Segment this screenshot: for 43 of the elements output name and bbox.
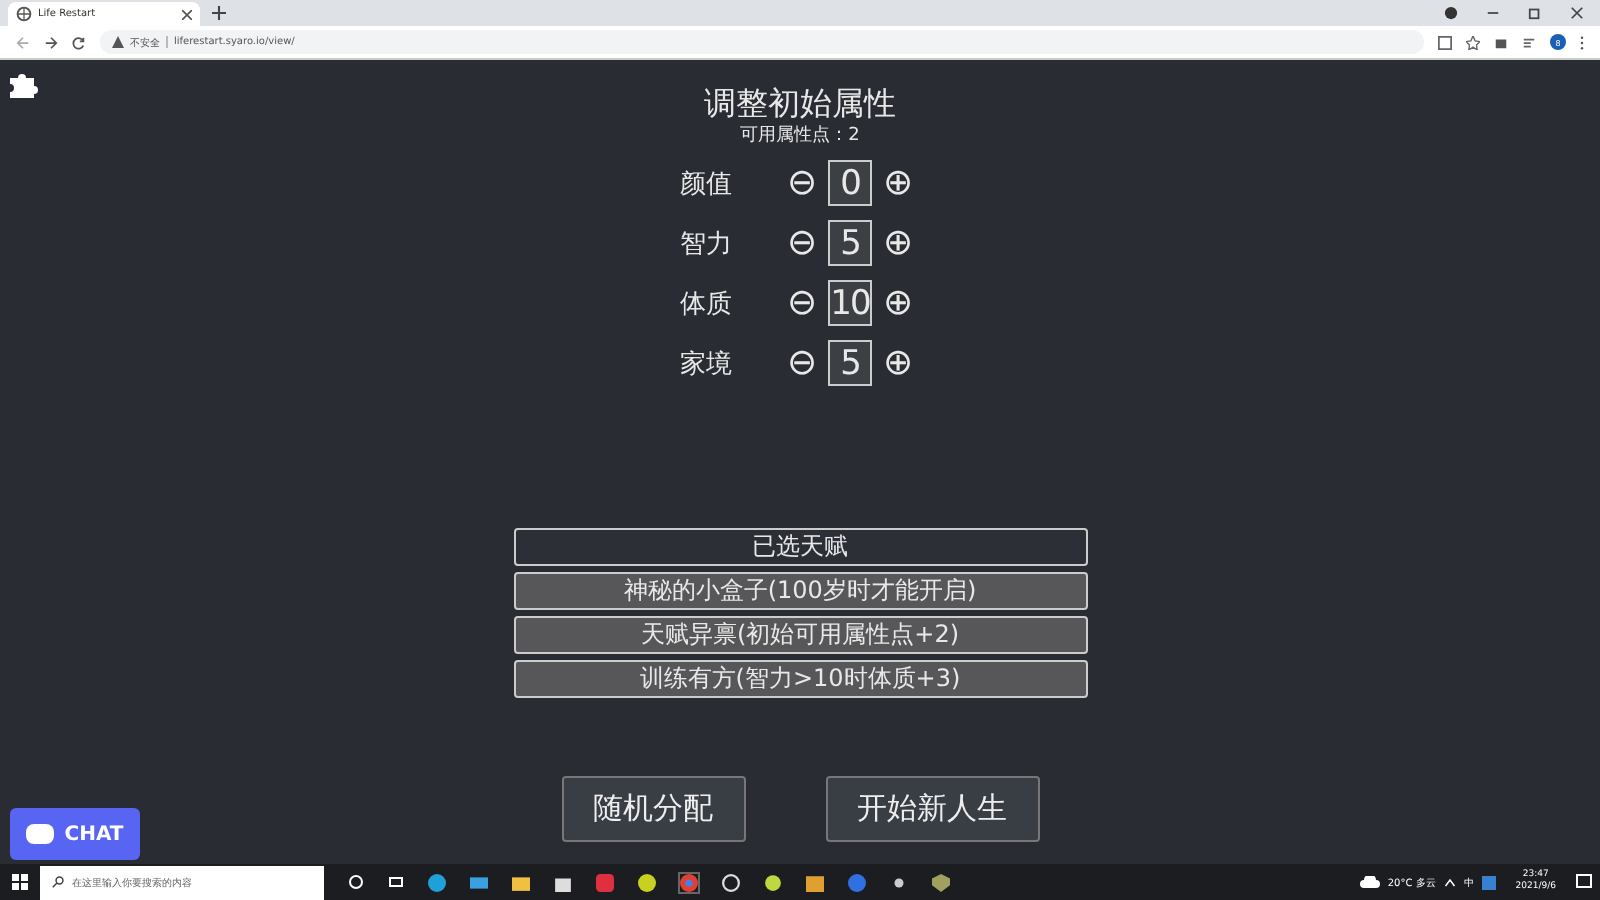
globe-icon (16, 6, 32, 22)
start-button[interactable]: 开始新人生 (825, 776, 1039, 842)
chat-button[interactable]: CHAT (10, 808, 140, 860)
increase-button[interactable]: ⊕ (876, 343, 920, 383)
warning-icon (112, 36, 124, 48)
puzzle-piece-icon[interactable] (6, 70, 38, 98)
talent-item[interactable]: 天赋异禀(初始可用属性点+2) (513, 616, 1087, 654)
attribute-label: 体质 (680, 287, 734, 321)
increase-button[interactable]: ⊕ (876, 283, 920, 323)
page-title: 调整初始属性 (704, 84, 896, 124)
minimize-icon[interactable] (1486, 6, 1500, 20)
talent-item[interactable]: 神秘的小盒子(100岁时才能开启) (513, 572, 1087, 610)
decrease-button[interactable]: ⊖ (780, 283, 824, 323)
decrease-button[interactable]: ⊖ (780, 343, 824, 383)
talent-item[interactable]: 训练有方(智力>10时体质+3) (513, 660, 1087, 698)
forward-icon[interactable] (44, 35, 58, 49)
decrease-button[interactable]: ⊖ (780, 223, 824, 263)
decrease-button[interactable]: ⊖ (780, 163, 824, 203)
windows-start-icon[interactable] (12, 874, 28, 890)
chevron-up-icon[interactable] (1443, 877, 1456, 887)
attribute-label: 颜值 (680, 167, 734, 201)
available-points: 可用属性点：2 (740, 124, 860, 148)
new-tab-icon[interactable] (212, 6, 226, 20)
chat-bubble-icon (26, 824, 55, 844)
star-icon[interactable] (1466, 35, 1480, 49)
increase-button[interactable]: ⊕ (876, 223, 920, 263)
reload-icon[interactable] (72, 35, 86, 49)
dot-icon[interactable] (890, 873, 908, 891)
attribute-label: 家境 (680, 347, 734, 381)
attribute-label: 智力 (680, 227, 734, 261)
restore-icon[interactable] (1528, 6, 1542, 20)
attribute-value-field[interactable]: 5 (828, 220, 872, 266)
increase-button[interactable]: ⊕ (876, 163, 920, 203)
search-icon (52, 876, 64, 888)
attribute-value-field[interactable]: 10 (828, 280, 872, 326)
close-icon[interactable] (182, 9, 192, 19)
attribute-value-field[interactable]: 0 (828, 160, 872, 206)
ball-icon[interactable] (764, 873, 782, 891)
cloud-icon (1359, 876, 1380, 888)
close-icon[interactable] (1570, 6, 1584, 20)
random-allocate-button[interactable]: 随机分配 (561, 776, 745, 842)
talents-header: 已选天赋 (513, 528, 1087, 566)
attribute-value-field[interactable]: 5 (828, 340, 872, 386)
